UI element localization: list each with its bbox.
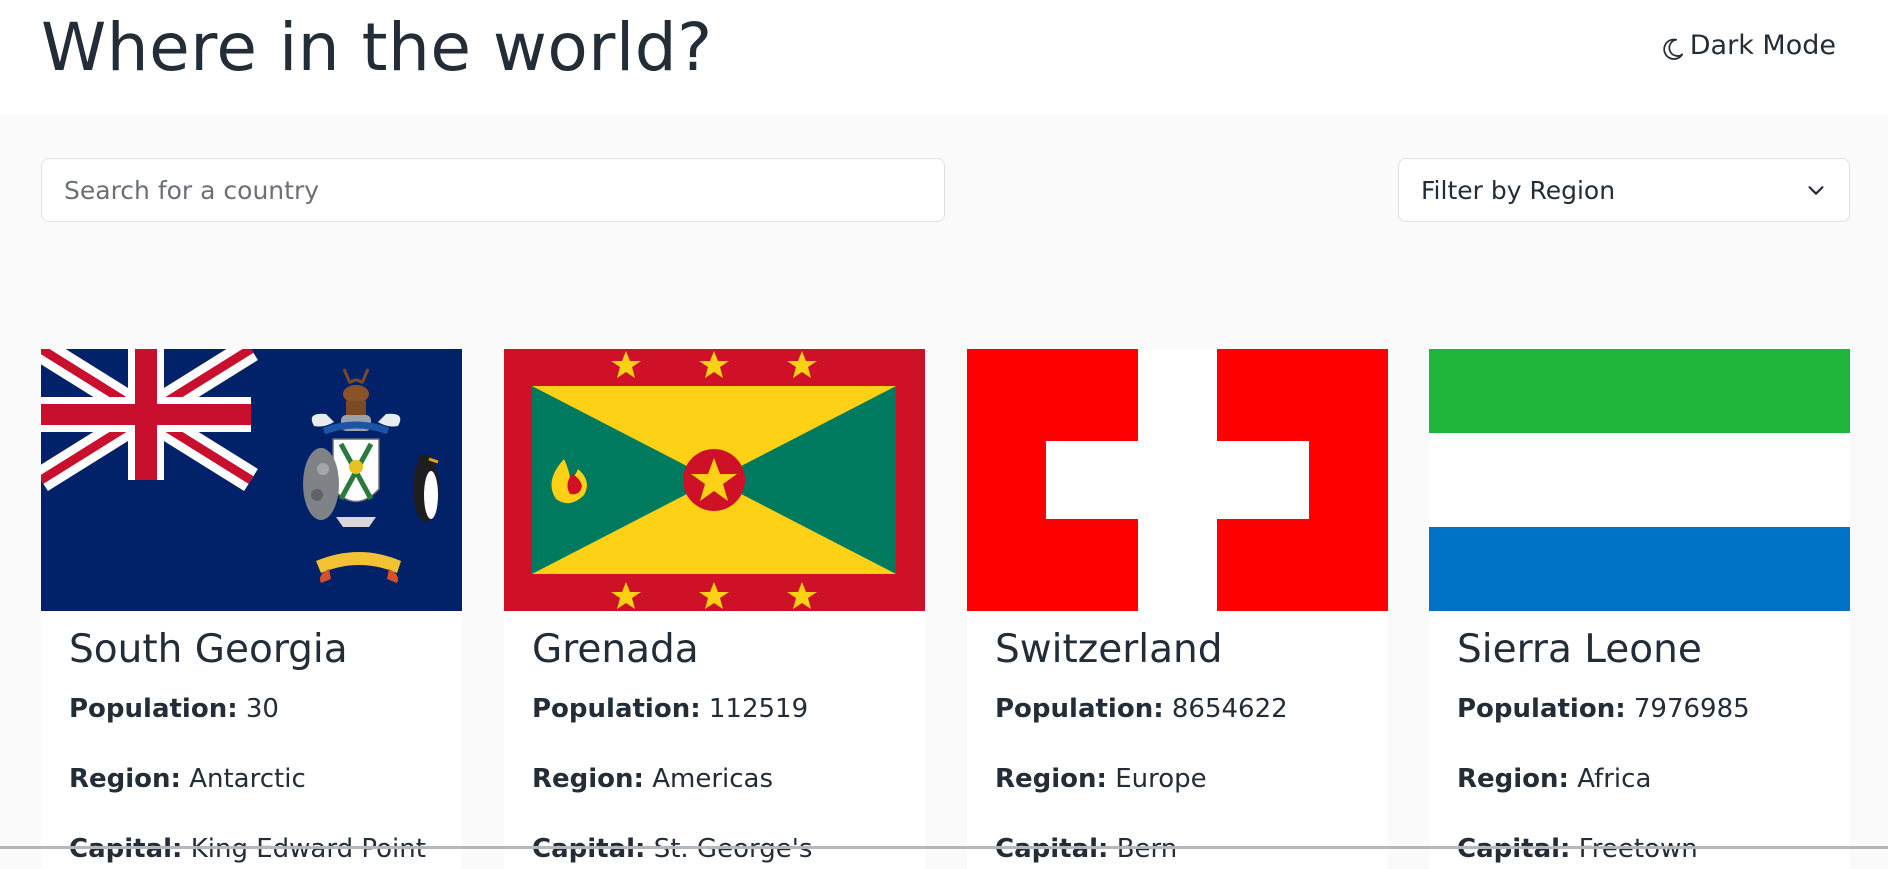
country-capital: Capital: King Edward Point: [69, 832, 426, 866]
country-card[interactable]: South Georgia Population: 30 Region: Ant…: [41, 349, 462, 869]
country-card[interactable]: Grenada Population: 112519 Region: Ameri…: [504, 349, 925, 869]
flag-image: [967, 349, 1388, 611]
top-bar: Where in the world? Dark Mode: [0, 0, 1888, 115]
capital-label: Capital:: [1457, 834, 1571, 864]
capital-label: Capital:: [995, 834, 1109, 864]
country-name: Grenada: [532, 627, 699, 672]
dark-mode-toggle[interactable]: Dark Mode: [1660, 28, 1836, 62]
region-filter-dropdown[interactable]: Filter by Region: [1398, 158, 1850, 222]
region-value: Europe: [1115, 764, 1207, 794]
country-name: Switzerland: [995, 627, 1223, 672]
flag-image: [504, 349, 925, 611]
population-value: 30: [245, 694, 279, 724]
search-box: [41, 158, 945, 222]
dark-mode-label: Dark Mode: [1689, 29, 1836, 61]
country-capital: Capital: St. George's: [532, 832, 812, 866]
country-capital: Capital: Freetown: [1457, 832, 1698, 866]
population-label: Population:: [995, 694, 1164, 724]
capital-value: Bern: [1116, 834, 1178, 864]
country-card[interactable]: Sierra Leone Population: 7976985 Region:…: [1429, 349, 1850, 869]
country-name: South Georgia: [69, 627, 348, 672]
region-label: Region:: [69, 764, 181, 794]
country-name: Sierra Leone: [1457, 627, 1702, 672]
country-region: Region: Americas: [532, 762, 773, 796]
region-value: Africa: [1577, 764, 1652, 794]
population-value: 112519: [708, 694, 809, 724]
region-label: Region:: [995, 764, 1107, 794]
country-population: Population: 112519: [532, 692, 808, 726]
region-filter-label: Filter by Region: [1421, 175, 1616, 205]
moon-icon: [1663, 38, 1683, 60]
capital-value: King Edward Point: [190, 834, 426, 864]
region-value: Antarctic: [189, 764, 306, 794]
region-label: Region:: [532, 764, 644, 794]
page-title: Where in the world?: [41, 9, 713, 86]
region-value: Americas: [652, 764, 774, 794]
country-region: Region: Antarctic: [69, 762, 306, 796]
population-label: Population:: [69, 694, 238, 724]
population-label: Population:: [532, 694, 701, 724]
capital-value: Freetown: [1578, 834, 1698, 864]
capital-label: Capital:: [532, 834, 646, 864]
search-input[interactable]: [42, 159, 944, 221]
population-value: 8654622: [1171, 694, 1288, 724]
flag-image: [41, 349, 462, 611]
country-region: Region: Africa: [1457, 762, 1651, 796]
country-capital: Capital: Bern: [995, 832, 1177, 866]
population-value: 7976985: [1633, 694, 1750, 724]
capital-value: St. George's: [653, 834, 813, 864]
country-population: Population: 8654622: [995, 692, 1288, 726]
country-population: Population: 30: [69, 692, 279, 726]
country-population: Population: 7976985: [1457, 692, 1750, 726]
capital-label: Capital:: [69, 834, 183, 864]
country-card[interactable]: Switzerland Population: 8654622 Region: …: [967, 349, 1388, 869]
region-label: Region:: [1457, 764, 1569, 794]
country-region: Region: Europe: [995, 762, 1207, 796]
population-label: Population:: [1457, 694, 1626, 724]
flag-image: [1429, 349, 1850, 611]
chevron-down-icon: [1808, 186, 1824, 195]
